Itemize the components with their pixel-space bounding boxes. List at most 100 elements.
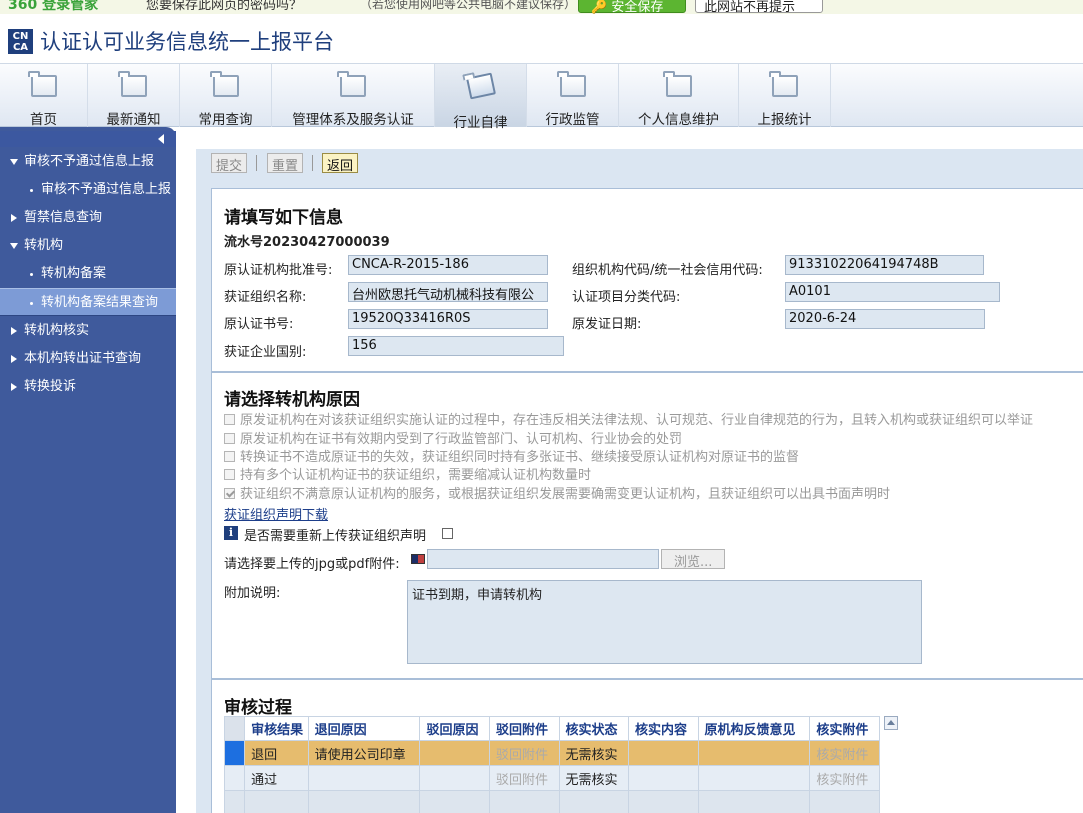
org-name-field[interactable]: 台州欧思托气动机械科技有限公	[348, 282, 548, 302]
folder-icon	[557, 71, 586, 97]
table-cell: 退回	[244, 740, 309, 766]
main-nav: 首页 最新通知 常用查询 管理体系及服务认证 行业自律 行政监管 个人信息维护	[0, 64, 1083, 131]
file-path-input[interactable]	[427, 549, 659, 569]
sidebar-item-ban-query[interactable]: 暂禁信息查询	[0, 204, 176, 232]
verify-attachment-cell[interactable]: 核实附件	[809, 740, 880, 766]
category-code-field[interactable]: A0101	[785, 282, 1000, 302]
scroll-up-icon[interactable]	[884, 716, 898, 730]
checkbox[interactable]	[224, 414, 235, 425]
sidebar-subitem-transfer-result-query[interactable]: 转机构备案结果查询	[0, 288, 176, 316]
password-save-bar: 360 登录管家 您要保存此网页的密码吗？ （若您使用网吧等公共电脑不建议保存）…	[0, 0, 1083, 14]
reason-option-1[interactable]: 原发证机构在对该获证组织实施认证的过程中，存在违反相关法律法规、认可规范、行业自…	[224, 409, 1033, 428]
reject-attachment-cell[interactable]: 驳回附件	[488, 740, 560, 766]
statement-download-link[interactable]: 获证组织声明下载	[224, 504, 328, 523]
password-prompt-note: （若您使用网吧等公共电脑不建议保存）	[360, 0, 577, 11]
nav-admin-supervision[interactable]: 行政监管	[527, 64, 619, 128]
table-cell	[697, 765, 811, 791]
sidebar-header	[0, 131, 176, 147]
row-indicator[interactable]	[223, 790, 246, 813]
cert-no-label: 原认证书号:	[224, 317, 294, 332]
table-cell	[488, 790, 560, 813]
note-textarea[interactable]: 证书到期，申请转机构	[407, 580, 922, 664]
app-window: 360 登录管家 您要保存此网页的密码吗？ （若您使用网吧等公共电脑不建议保存）…	[0, 0, 1083, 813]
safe-save-label: 安全保存	[611, 0, 664, 14]
sidebar-item-label: 转机构核实	[24, 323, 90, 338]
issue-date-field[interactable]: 2020-6-24	[785, 309, 985, 329]
table-cell	[628, 765, 699, 791]
main-content: 提交 重置 返回 请填写如下信息 流水号20230427000039 原认证机构…	[196, 149, 1083, 813]
checkbox[interactable]	[224, 451, 235, 462]
reason-option-3[interactable]: 转换证书不造成原证书的失效，获证组织同时持有多张证书、继续接受原认证机构对原证书…	[224, 446, 799, 465]
row-indicator[interactable]	[223, 765, 246, 791]
never-prompt-button[interactable]: 此网站不再提示	[695, 0, 823, 14]
table-cell: 无需核实	[558, 740, 630, 766]
nav-industry-self-discipline[interactable]: 行业自律	[435, 64, 527, 131]
back-button[interactable]: 返回	[322, 153, 359, 174]
table-row[interactable]: 通过 驳回附件 无需核实 核实附件	[223, 765, 880, 791]
column-header[interactable]: 核实状态	[558, 716, 630, 741]
sidebar-item-outgoing-cert-query[interactable]: 本机构转出证书查询	[0, 345, 176, 373]
nav-management-cert[interactable]: 管理体系及服务认证	[272, 64, 435, 128]
nav-common-query[interactable]: 常用查询	[180, 64, 272, 128]
table-cell	[558, 790, 630, 813]
checkbox[interactable]	[224, 433, 235, 444]
nav-label: 常用查询	[198, 112, 253, 128]
sidebar-subitem-transfer-record[interactable]: 转机构备案	[0, 260, 176, 288]
column-header[interactable]: 驳回附件	[488, 716, 560, 741]
reason-text: 原发证机构在对该获证组织实施认证的过程中，存在违反相关法律法规、认可规范、行业自…	[240, 413, 1034, 428]
sidebar-item-review-reject-report[interactable]: 审核不予通过信息上报	[0, 148, 176, 176]
reason-option-4[interactable]: 持有多个认证机构证书的获证组织，需要缩减认证机构数量时	[224, 464, 591, 483]
verify-attachment-cell[interactable]: 核实附件	[809, 765, 880, 791]
reject-attachment-cell[interactable]: 驳回附件	[488, 765, 560, 791]
folder-icon	[769, 71, 798, 97]
open-folder-icon	[465, 72, 497, 100]
sidebar-item-transfer[interactable]: 转机构	[0, 232, 176, 260]
table-row[interactable]: 退回 请使用公司印章 驳回附件 无需核实 核实附件	[223, 740, 880, 766]
column-header[interactable]: 退回原因	[307, 716, 421, 741]
column-header[interactable]: 驳回原因	[419, 716, 490, 741]
table-cell: 无需核实	[558, 765, 630, 791]
reason-heading: 请选择转机构原因	[224, 390, 360, 410]
cert-no-field[interactable]: 19520Q33416R0S	[348, 309, 548, 329]
nav-label: 首页	[30, 112, 57, 128]
reason-option-2[interactable]: 原发证机构在证书有效期内受到了行政监管部门、认可机构、行业协会的处罚	[224, 428, 682, 447]
sidebar-item-transfer-verify[interactable]: 转机构核实	[0, 317, 176, 345]
table-row[interactable]	[223, 790, 880, 813]
reupload-checkbox[interactable]	[442, 528, 453, 539]
nav-latest-notice[interactable]: 最新通知	[88, 64, 180, 128]
reason-text: 转换证书不造成原证书的失效，获证组织同时持有多张证书、继续接受原认证机构对原证书…	[240, 450, 800, 465]
checkbox[interactable]	[224, 469, 235, 480]
column-header[interactable]: 原机构反馈意见	[697, 716, 811, 741]
folder-icon	[210, 71, 239, 97]
sidebar-item-label: 本机构转出证书查询	[24, 351, 142, 366]
country-field[interactable]: 156	[348, 336, 564, 356]
nav-home[interactable]: 首页	[0, 64, 88, 128]
nav-label: 最新通知	[106, 112, 161, 128]
sidebar-subitem-review-reject-report[interactable]: 审核不予通过信息上报	[0, 176, 176, 204]
issue-date-label: 原发证日期:	[572, 317, 642, 332]
column-header[interactable]: 审核结果	[244, 716, 309, 741]
nav-report-stats[interactable]: 上报统计	[739, 64, 831, 128]
column-header[interactable]: 核实附件	[809, 716, 880, 741]
nav-personal-info[interactable]: 个人信息维护	[619, 64, 739, 128]
table-cell	[419, 765, 490, 791]
reason-option-5[interactable]: 获证组织不满意原认证机构的服务，或根据获证组织发展需要确需变更认证机构，且获证组…	[224, 483, 890, 502]
browse-button[interactable]: 浏览...	[661, 549, 726, 570]
file-icon	[411, 554, 425, 564]
orig-approval-field[interactable]: CNCA-R-2015-186	[348, 255, 548, 275]
org-code-field[interactable]: 91331022064194748B	[785, 255, 984, 275]
row-indicator[interactable]	[223, 740, 246, 766]
column-header[interactable]: 核实内容	[628, 716, 699, 741]
table-cell	[628, 740, 699, 766]
folder-icon	[118, 71, 147, 97]
org-name-label: 获证组织名称:	[224, 290, 307, 305]
bullet-icon	[30, 273, 33, 276]
sidebar-item-transfer-complaint[interactable]: 转换投诉	[0, 373, 176, 401]
collapse-left-icon[interactable]	[158, 134, 164, 144]
checkbox-checked[interactable]	[224, 488, 235, 499]
safe-save-button[interactable]: 🔑 安全保存	[578, 0, 686, 14]
review-table: 审核结果 退回原因 驳回原因 驳回附件 核实状态 核实内容 原机构反馈意见 核实…	[223, 716, 880, 813]
reset-button[interactable]: 重置	[267, 153, 304, 174]
submit-button[interactable]: 提交	[211, 153, 248, 174]
page-title: 认证认可业务信息统一上报平台	[40, 30, 334, 54]
